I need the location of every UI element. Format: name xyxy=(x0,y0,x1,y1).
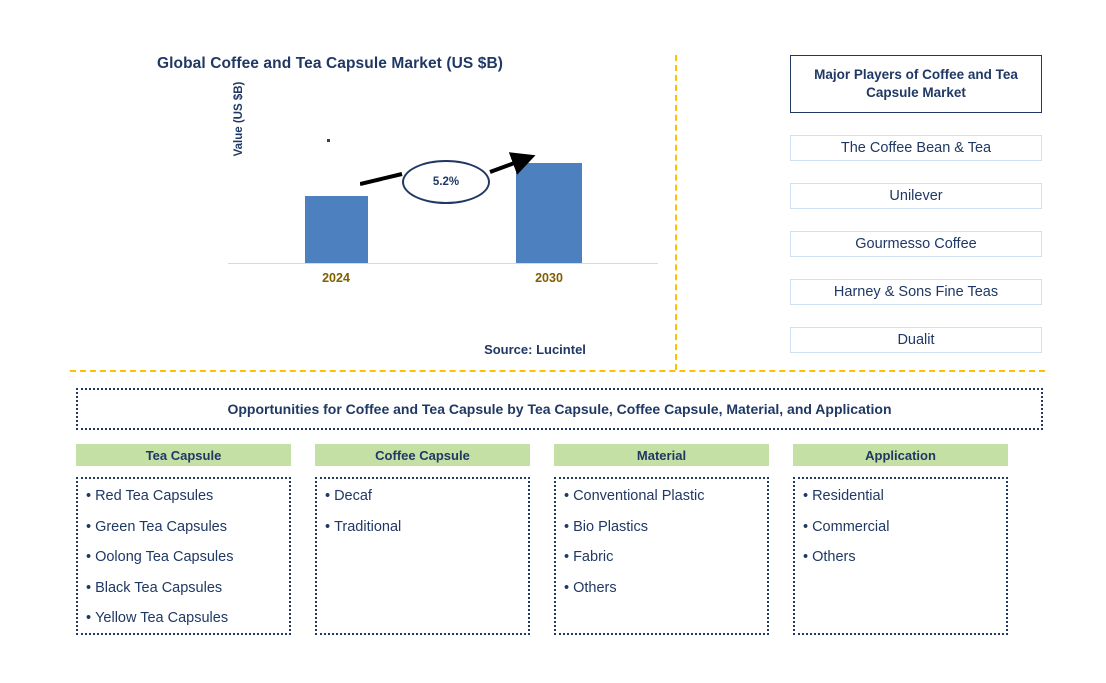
bullet-icon: • xyxy=(86,610,92,626)
cagr-bubble: 5.2% xyxy=(402,160,490,204)
list-item: • Bio Plastics xyxy=(564,518,759,535)
bullet-icon: • xyxy=(86,518,92,535)
player-name: Harney & Sons Fine Teas xyxy=(833,284,999,301)
list-item-label: Conventional Plastic xyxy=(573,488,705,504)
list-item-label: Decaf xyxy=(334,488,372,504)
player-name: Gourmesso Coffee xyxy=(855,236,977,253)
bullet-icon: • xyxy=(803,488,809,504)
player-name: Unilever xyxy=(889,188,943,205)
list-item-label: Traditional xyxy=(334,518,402,535)
segment-header-material: Material xyxy=(554,444,769,466)
list-item: • Residential xyxy=(803,489,998,504)
player-box-1[interactable]: The Coffee Bean & Tea xyxy=(790,135,1042,162)
list-item: • Others xyxy=(803,550,998,565)
bullet-icon: • xyxy=(325,518,331,535)
source-label: Source: Lucintel xyxy=(484,342,586,357)
player-box-5[interactable]: Dualit xyxy=(790,327,1042,354)
list-item-label: Commercial xyxy=(812,518,890,535)
list-item-label: Others xyxy=(812,549,856,565)
opportunities-banner-text: Opportunities for Coffee and Tea Capsule… xyxy=(227,401,892,417)
player-box-2[interactable]: Unilever xyxy=(790,183,1042,210)
segment-column-material: Material • Conventional Plastic • Bio Plas… xyxy=(554,444,769,635)
list-item-label: Black Tea Capsules xyxy=(95,579,223,596)
bullet-icon: • xyxy=(564,579,570,596)
chart-title: Global Coffee and Tea Capsule Market (US… xyxy=(156,55,504,72)
list-item: • Red Tea Capsules xyxy=(86,489,281,504)
segment-column-application: Application • Residential • Commercial • Ot… xyxy=(793,444,1008,635)
list-item: • Fabric xyxy=(564,550,759,565)
opportunities-banner: Opportunities for Coffee and Tea Capsule… xyxy=(76,388,1043,430)
bullet-icon: • xyxy=(564,518,570,535)
list-item: • Traditional xyxy=(325,518,520,535)
cagr-value: 5.2% xyxy=(432,176,460,188)
bullet-icon: • xyxy=(803,518,809,535)
bullet-icon: • xyxy=(564,549,570,565)
segment-column-tea-capsule: Tea Capsule • Red Tea Capsules • Green Tea… xyxy=(76,444,291,635)
list-item-label: Others xyxy=(573,579,617,596)
list-item-label: Oolong Tea Capsules xyxy=(95,549,234,565)
major-players-panel: Major Players of Coffee and Tea Capsule … xyxy=(790,55,1042,354)
bullet-icon: • xyxy=(86,579,92,596)
list-item: • Decaf xyxy=(325,489,520,504)
list-item: • Black Tea Capsules xyxy=(86,579,281,596)
list-item: • Others xyxy=(564,579,759,596)
list-item-label: Residential xyxy=(812,488,884,504)
vertical-divider xyxy=(675,55,677,370)
segment-body-coffee-capsule: • Decaf • Traditional xyxy=(315,477,530,635)
list-item-label: Green Tea Capsules xyxy=(95,518,228,535)
segment-header-tea-capsule: Tea Capsule xyxy=(76,444,291,466)
segment-header-coffee-capsule: Coffee Capsule xyxy=(315,444,530,466)
player-box-4[interactable]: Harney & Sons Fine Teas xyxy=(790,279,1042,306)
bar-tick-label-2030: 2030 xyxy=(535,271,563,285)
bar-tick-label-2024: 2024 xyxy=(322,271,350,285)
segment-column-coffee-capsule: Coffee Capsule • Decaf • Traditional xyxy=(315,444,530,635)
bullet-icon: • xyxy=(564,488,570,504)
list-item: • Green Tea Capsules xyxy=(86,518,281,535)
chart-baseline-axis xyxy=(228,263,658,264)
segments-row: Tea Capsule • Red Tea Capsules • Green Tea… xyxy=(76,444,1016,635)
bullet-icon: • xyxy=(325,488,331,504)
chart-panel: Global Coffee and Tea Capsule Market (US… xyxy=(0,0,676,370)
stray-dot-artifact xyxy=(327,139,330,142)
bullet-icon: • xyxy=(86,488,92,504)
list-item: • Commercial xyxy=(803,518,998,535)
horizontal-divider xyxy=(70,370,1045,372)
bullet-icon: • xyxy=(86,549,92,565)
list-item-label: Bio Plastics xyxy=(573,518,649,535)
list-item-label: Fabric xyxy=(573,549,614,565)
major-players-header: Major Players of Coffee and Tea Capsule … xyxy=(790,55,1042,114)
bullet-icon: • xyxy=(803,549,809,565)
player-name: The Coffee Bean & Tea xyxy=(840,140,992,157)
chart-y-axis-label: Value (US $B) xyxy=(233,81,245,157)
list-item: • Oolong Tea Capsules xyxy=(86,550,281,565)
segment-body-tea-capsule: • Red Tea Capsules • Green Tea Capsules • O… xyxy=(76,477,291,635)
segment-body-material: • Conventional Plastic • Bio Plastics • Fab… xyxy=(554,477,769,635)
player-name: Dualit xyxy=(897,332,935,349)
list-item-label: Red Tea Capsules xyxy=(95,488,214,504)
segment-header-application: Application xyxy=(793,444,1008,466)
list-item: • Yellow Tea Capsules xyxy=(86,611,281,626)
bar-2024 xyxy=(305,196,368,263)
segment-body-application: • Residential • Commercial • Others xyxy=(793,477,1008,635)
list-item: • Conventional Plastic xyxy=(564,489,759,504)
player-box-3[interactable]: Gourmesso Coffee xyxy=(790,231,1042,258)
list-item-label: Yellow Tea Capsules xyxy=(95,610,229,626)
